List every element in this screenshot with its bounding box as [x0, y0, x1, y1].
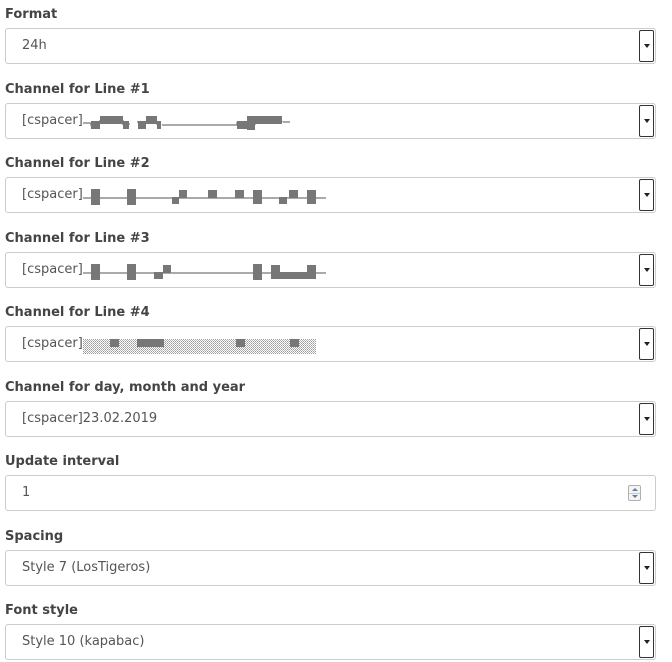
format-dropdown-button[interactable]	[639, 30, 654, 62]
line4-glyph-pattern	[82, 339, 316, 354]
spacing-dropdown-button[interactable]	[639, 552, 654, 584]
caret-down-icon	[643, 268, 650, 272]
line1-value: [cspacer]	[22, 113, 83, 128]
interval-label: Update interval	[5, 454, 120, 469]
interval-value: 1	[22, 485, 31, 500]
clock-settings-form: Format 24h Channel for Line #1 [cspacer]	[0, 0, 672, 662]
line1-dropdown-button[interactable]	[639, 105, 654, 137]
line4-label: Channel for Line #4	[5, 305, 150, 320]
line4-dropdown-button[interactable]	[639, 328, 654, 360]
caret-down-icon	[643, 119, 650, 123]
line3-dropdown-button[interactable]	[639, 254, 654, 286]
spacing-select[interactable]: Style 7 (LosTigeros)	[5, 550, 656, 586]
date-dropdown-button[interactable]	[639, 403, 654, 435]
line2-select[interactable]: [cspacer]	[5, 177, 656, 213]
line1-select[interactable]: [cspacer]	[5, 103, 656, 139]
line1-glyph-pattern	[82, 116, 290, 130]
interval-number-input[interactable]: 1	[5, 475, 656, 511]
font-dropdown-button[interactable]	[639, 626, 654, 658]
format-value: 24h	[22, 38, 47, 53]
spacing-value: Style 7 (LosTigeros)	[22, 560, 151, 575]
caret-down-icon	[643, 566, 650, 570]
chevron-down-icon	[631, 495, 638, 499]
number-spinner-icon[interactable]	[628, 485, 641, 501]
line2-glyph-pattern	[82, 189, 326, 205]
format-label: Format	[5, 7, 58, 22]
caret-down-icon	[643, 342, 650, 346]
line3-value: [cspacer]	[22, 262, 83, 277]
line3-label: Channel for Line #3	[5, 231, 150, 246]
font-value: Style 10 (kapabac)	[22, 634, 145, 649]
line4-select[interactable]: [cspacer]	[5, 326, 656, 362]
chevron-up-icon	[631, 487, 638, 491]
caret-down-icon	[643, 44, 650, 48]
date-select[interactable]: [cspacer]23.02.2019	[5, 401, 656, 437]
font-select[interactable]: Style 10 (kapabac)	[5, 624, 656, 660]
font-label: Font style	[5, 603, 78, 618]
line2-dropdown-button[interactable]	[639, 179, 654, 211]
line3-glyph-pattern	[82, 264, 326, 280]
caret-down-icon	[643, 193, 650, 197]
date-value: [cspacer]23.02.2019	[22, 411, 158, 426]
format-select[interactable]: 24h	[5, 28, 656, 64]
line1-label: Channel for Line #1	[5, 82, 150, 97]
spinner-down-button[interactable]	[629, 492, 640, 501]
spacing-label: Spacing	[5, 529, 64, 544]
caret-down-icon	[643, 417, 650, 421]
line3-select[interactable]: [cspacer]	[5, 252, 656, 288]
line4-value: [cspacer]	[22, 336, 83, 351]
date-label: Channel for day, month and year	[5, 380, 246, 395]
caret-down-icon	[643, 640, 650, 644]
line2-label: Channel for Line #2	[5, 156, 150, 171]
line2-value: [cspacer]	[22, 187, 83, 202]
